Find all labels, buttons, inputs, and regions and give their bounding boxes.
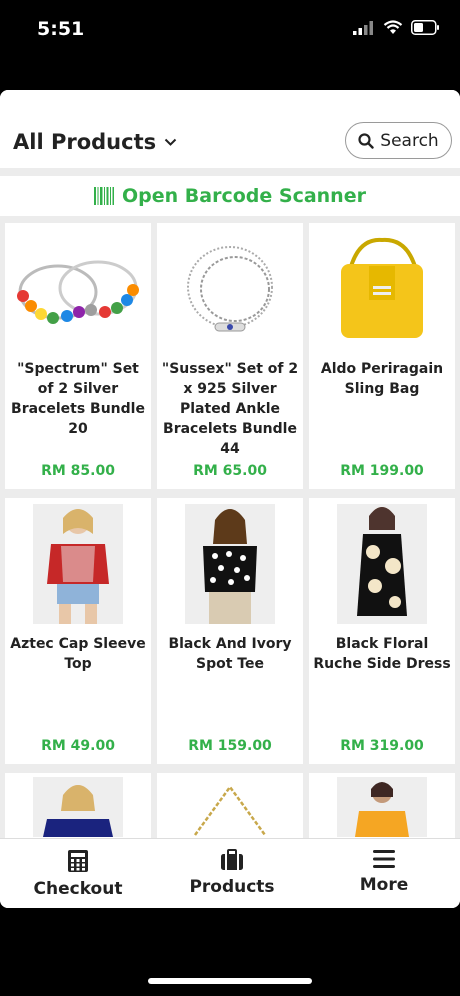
chevron-down-icon [164,138,177,146]
status-icons [353,20,440,35]
calculator-icon [68,850,88,872]
product-image-model-red-top [5,504,151,624]
wifi-icon [383,20,403,34]
product-image-model-polka-tee [157,504,303,624]
signal-icon [353,20,373,35]
product-name: "Sussex" Set of 2 x 925 Silver Plated An… [161,361,299,457]
product-card[interactable]: Aztec Cap Sleeve Top RM 49.00 [5,498,151,764]
tab-label: More [359,875,409,895]
search-button[interactable]: Search [345,122,452,159]
home-indicator[interactable] [148,978,312,984]
product-image-model-dark-top [5,777,151,837]
tab-label: Checkout [33,879,123,899]
product-grid: "Spectrum" Set of 2 Silver Bracelets Bun… [0,223,460,838]
tab-more[interactable]: More [324,849,444,895]
search-label: Search [380,130,439,151]
product-card[interactable]: "Spectrum" Set of 2 Silver Bracelets Bun… [5,223,151,489]
product-price: RM 49.00 [41,738,115,754]
search-icon [358,132,374,149]
tab-products[interactable]: Products [172,849,292,897]
product-card[interactable]: Black Floral Ruche Side Dress RM 319.00 [309,498,455,764]
product-price: RM 85.00 [41,463,115,479]
product-card[interactable] [5,773,151,838]
product-name: "Spectrum" Set of 2 Silver Bracelets Bun… [11,361,145,437]
product-price: RM 159.00 [188,738,272,754]
scanner-label: Open Barcode Scanner [122,185,366,207]
battery-icon [411,20,439,35]
status-bar: 5:51 [0,0,460,60]
header: All Products Search [0,90,460,168]
product-card[interactable]: Aldo Periragain Sling Bag RM 199.00 [309,223,455,489]
app-screen: All Products Search Open Barcode Scanner [0,90,460,908]
product-price: RM 199.00 [340,463,424,479]
product-image-gold-chain [157,777,303,837]
product-image-yellow-bag [309,229,455,349]
bottom-tab-bar: Checkout Products More [0,838,460,908]
briefcase-icon [221,849,243,870]
product-name: Aldo Periragain Sling Bag [320,361,444,397]
status-time: 5:51 [37,18,85,40]
open-barcode-scanner-button[interactable]: Open Barcode Scanner [0,176,460,216]
product-name: Aztec Cap Sleeve Top [10,636,146,672]
menu-icon [373,850,395,868]
category-dropdown[interactable]: All Products [13,130,177,154]
product-card[interactable] [309,773,455,838]
product-name: Black And Ivory Spot Tee [168,636,292,672]
product-image-bracelets [5,229,151,349]
barcode-icon [94,187,115,205]
product-price: RM 319.00 [340,738,424,754]
tab-checkout[interactable]: Checkout [18,849,138,899]
product-image-model-floral-dress [309,504,455,624]
product-name: Black Floral Ruche Side Dress [313,636,451,672]
page-title: All Products [13,130,157,154]
product-price: RM 65.00 [193,463,267,479]
product-card[interactable] [157,773,303,838]
product-image-anklet [157,229,303,349]
product-image-model-yellow-top [309,777,455,837]
product-card[interactable]: "Sussex" Set of 2 x 925 Silver Plated An… [157,223,303,489]
product-card[interactable]: Black And Ivory Spot Tee RM 159.00 [157,498,303,764]
tab-label: Products [189,877,275,897]
